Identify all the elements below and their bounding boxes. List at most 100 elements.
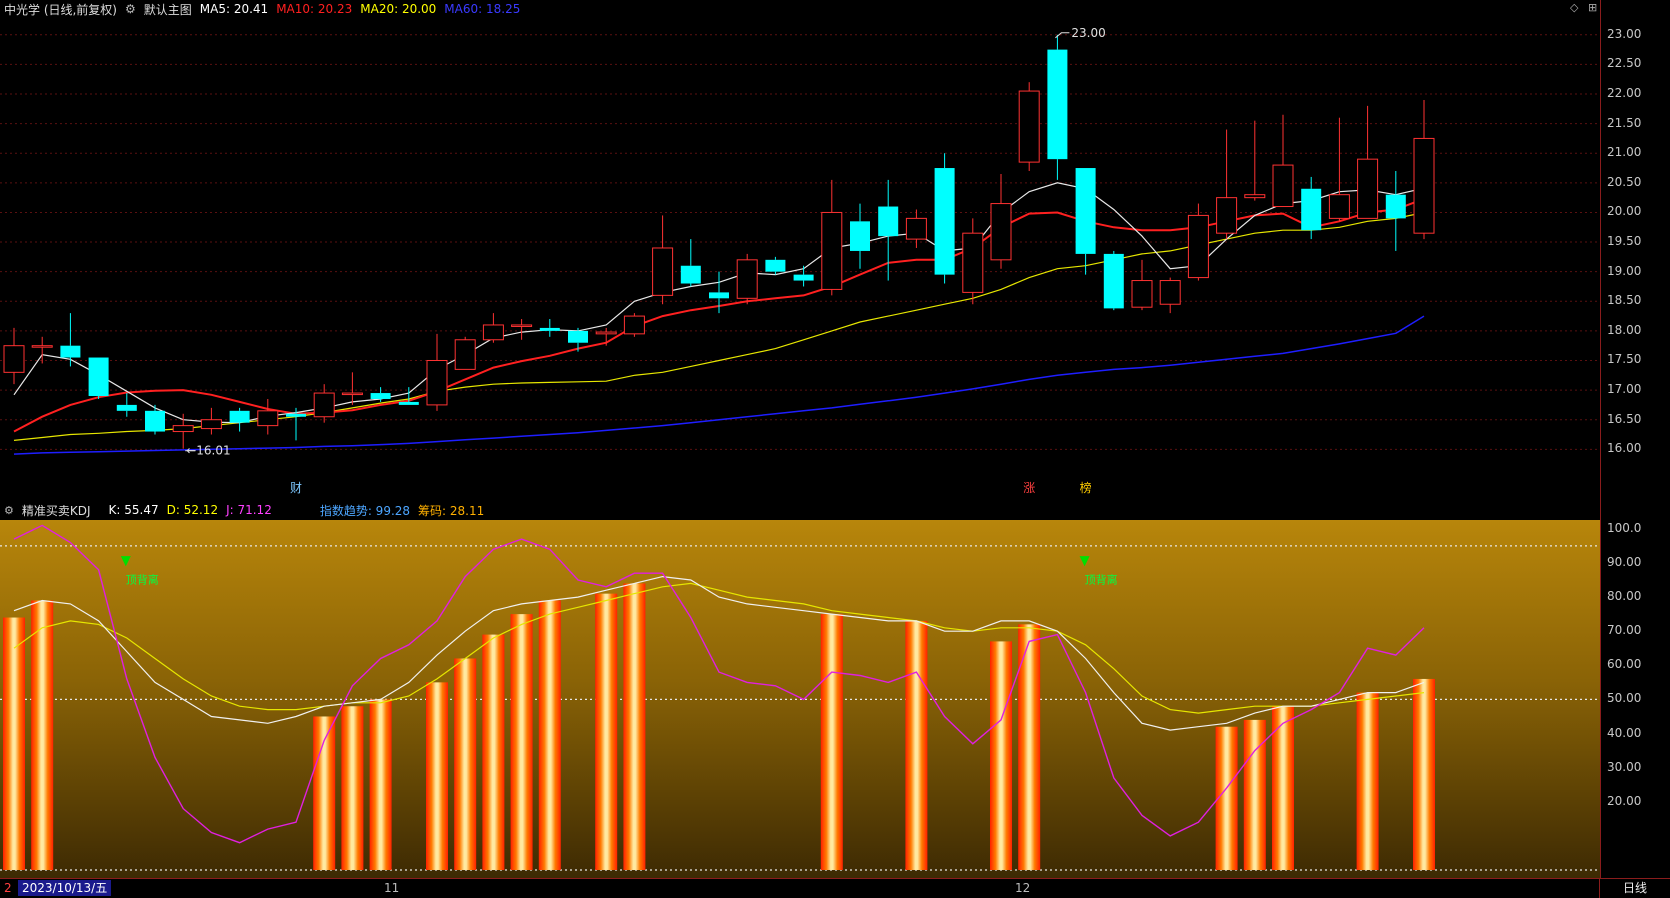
price-axis-label: 16.50 bbox=[1607, 411, 1642, 426]
price-axis-label: 18.50 bbox=[1607, 293, 1642, 308]
candle[interactable] bbox=[850, 203, 870, 269]
indicator-axis-label: 40.00 bbox=[1607, 725, 1642, 740]
candle[interactable] bbox=[1385, 171, 1406, 251]
candle[interactable] bbox=[1159, 277, 1181, 314]
month-label-12: 12 bbox=[1015, 881, 1031, 895]
candle[interactable] bbox=[990, 173, 1012, 269]
candle[interactable] bbox=[736, 253, 758, 305]
candle-body bbox=[341, 392, 363, 396]
candle-body bbox=[821, 211, 843, 290]
candle[interactable] bbox=[511, 319, 533, 340]
candle-body bbox=[568, 330, 588, 343]
settings-icon[interactable]: ⚙ bbox=[125, 2, 136, 16]
kdj-indicator-chart[interactable]: 顶背离 顶背离 bbox=[0, 520, 1600, 878]
candle-body bbox=[229, 410, 250, 423]
indicator-settings-icon[interactable]: ⚙ bbox=[4, 504, 14, 517]
event-marker-zhang[interactable]: 涨 bbox=[1023, 480, 1035, 495]
candle[interactable] bbox=[1413, 99, 1435, 240]
candle-body bbox=[1272, 164, 1294, 208]
candle-body bbox=[88, 357, 109, 397]
candle[interactable] bbox=[1075, 168, 1096, 275]
kdj-bar bbox=[3, 617, 25, 870]
candle[interactable] bbox=[539, 319, 560, 337]
candle[interactable] bbox=[482, 313, 504, 343]
candle-body bbox=[511, 324, 533, 327]
candle-body bbox=[1103, 253, 1124, 309]
candle[interactable] bbox=[595, 327, 617, 346]
candle-body bbox=[905, 217, 927, 240]
timeframe-button[interactable]: 日线 bbox=[1599, 879, 1670, 898]
candle[interactable] bbox=[1272, 114, 1294, 208]
candle-body bbox=[1301, 188, 1322, 231]
current-date[interactable]: 2023/10/13/五 bbox=[18, 880, 112, 896]
candle[interactable] bbox=[341, 372, 363, 405]
candle[interactable] bbox=[1187, 203, 1209, 281]
candle[interactable] bbox=[116, 393, 137, 417]
candle-body bbox=[454, 339, 476, 370]
candle[interactable] bbox=[1357, 105, 1379, 219]
diamond-icon[interactable]: ◇ bbox=[1570, 1, 1578, 14]
candle[interactable] bbox=[1131, 259, 1153, 311]
kdj-bar bbox=[905, 620, 928, 870]
candle[interactable] bbox=[652, 215, 674, 305]
price-chart[interactable]: 23.00 ←16.01 财 涨 榜 bbox=[0, 18, 1600, 500]
time-axis: 2 2023/10/13/五 11 12 日线 bbox=[0, 878, 1670, 898]
indicator-axis-label: 80.00 bbox=[1607, 589, 1642, 604]
candle[interactable] bbox=[229, 407, 250, 432]
price-axis-label: 19.50 bbox=[1607, 234, 1642, 249]
candle[interactable] bbox=[1301, 176, 1322, 240]
expand-icon[interactable]: ⊞ bbox=[1588, 1, 1597, 14]
candle[interactable] bbox=[680, 239, 701, 287]
candle-body bbox=[200, 419, 222, 430]
candle[interactable] bbox=[905, 209, 927, 248]
candle[interactable] bbox=[1047, 34, 1068, 180]
kdj-j-value: J: 71.12 bbox=[226, 503, 272, 517]
candle[interactable] bbox=[1018, 82, 1040, 171]
indicator-axis-label: 90.00 bbox=[1607, 554, 1642, 569]
kdj-j-line bbox=[13, 524, 1425, 844]
candle[interactable] bbox=[623, 313, 645, 337]
kdj-d-line bbox=[13, 582, 1425, 714]
candle-body bbox=[990, 203, 1012, 261]
signal-arrow-icon bbox=[120, 556, 131, 567]
candle-body bbox=[145, 410, 165, 432]
signal-arrow-icon bbox=[1079, 556, 1090, 567]
candle[interactable] bbox=[1216, 129, 1238, 240]
candle[interactable] bbox=[257, 398, 279, 435]
ma20-value: MA20: 20.00 bbox=[360, 2, 437, 16]
candle-body bbox=[736, 259, 758, 299]
candle[interactable] bbox=[426, 333, 448, 411]
candle[interactable] bbox=[1244, 120, 1266, 201]
kdj-bar bbox=[595, 593, 618, 870]
candle[interactable] bbox=[454, 336, 476, 370]
candle[interactable] bbox=[934, 153, 955, 284]
kdj-bar bbox=[820, 614, 843, 870]
candle[interactable] bbox=[200, 407, 222, 435]
chart-name[interactable]: 默认主图 bbox=[144, 1, 192, 18]
candle[interactable] bbox=[765, 256, 786, 275]
price-axis-label: 17.00 bbox=[1607, 382, 1642, 397]
indicator-axis-label: 20.00 bbox=[1607, 793, 1642, 808]
candle[interactable] bbox=[962, 218, 984, 305]
candle-body bbox=[286, 413, 306, 417]
price-axis-label: 22.00 bbox=[1607, 86, 1642, 101]
candle[interactable] bbox=[1103, 250, 1124, 311]
candle-body bbox=[398, 401, 419, 405]
event-marker-bang[interactable]: 榜 bbox=[1080, 480, 1092, 495]
candle[interactable] bbox=[31, 336, 53, 364]
candle[interactable] bbox=[1328, 117, 1350, 222]
kdj-k-value: K: 55.47 bbox=[108, 503, 159, 517]
divergence-signal-label: 顶背离 bbox=[126, 572, 159, 586]
kdj-bar bbox=[454, 658, 477, 870]
candle-body bbox=[1018, 90, 1040, 163]
candle[interactable] bbox=[821, 179, 843, 296]
candle[interactable] bbox=[88, 357, 109, 399]
candle[interactable] bbox=[793, 265, 814, 287]
event-marker-cai[interactable]: 财 bbox=[290, 481, 302, 495]
candle[interactable] bbox=[145, 404, 165, 435]
indicator-name[interactable]: 精准买卖KDJ bbox=[22, 502, 91, 519]
stock-title[interactable]: 中光学 (日线,前复权) bbox=[4, 1, 117, 18]
kdj-bar bbox=[510, 614, 533, 870]
candle[interactable] bbox=[3, 327, 25, 385]
candle-body bbox=[60, 345, 81, 358]
